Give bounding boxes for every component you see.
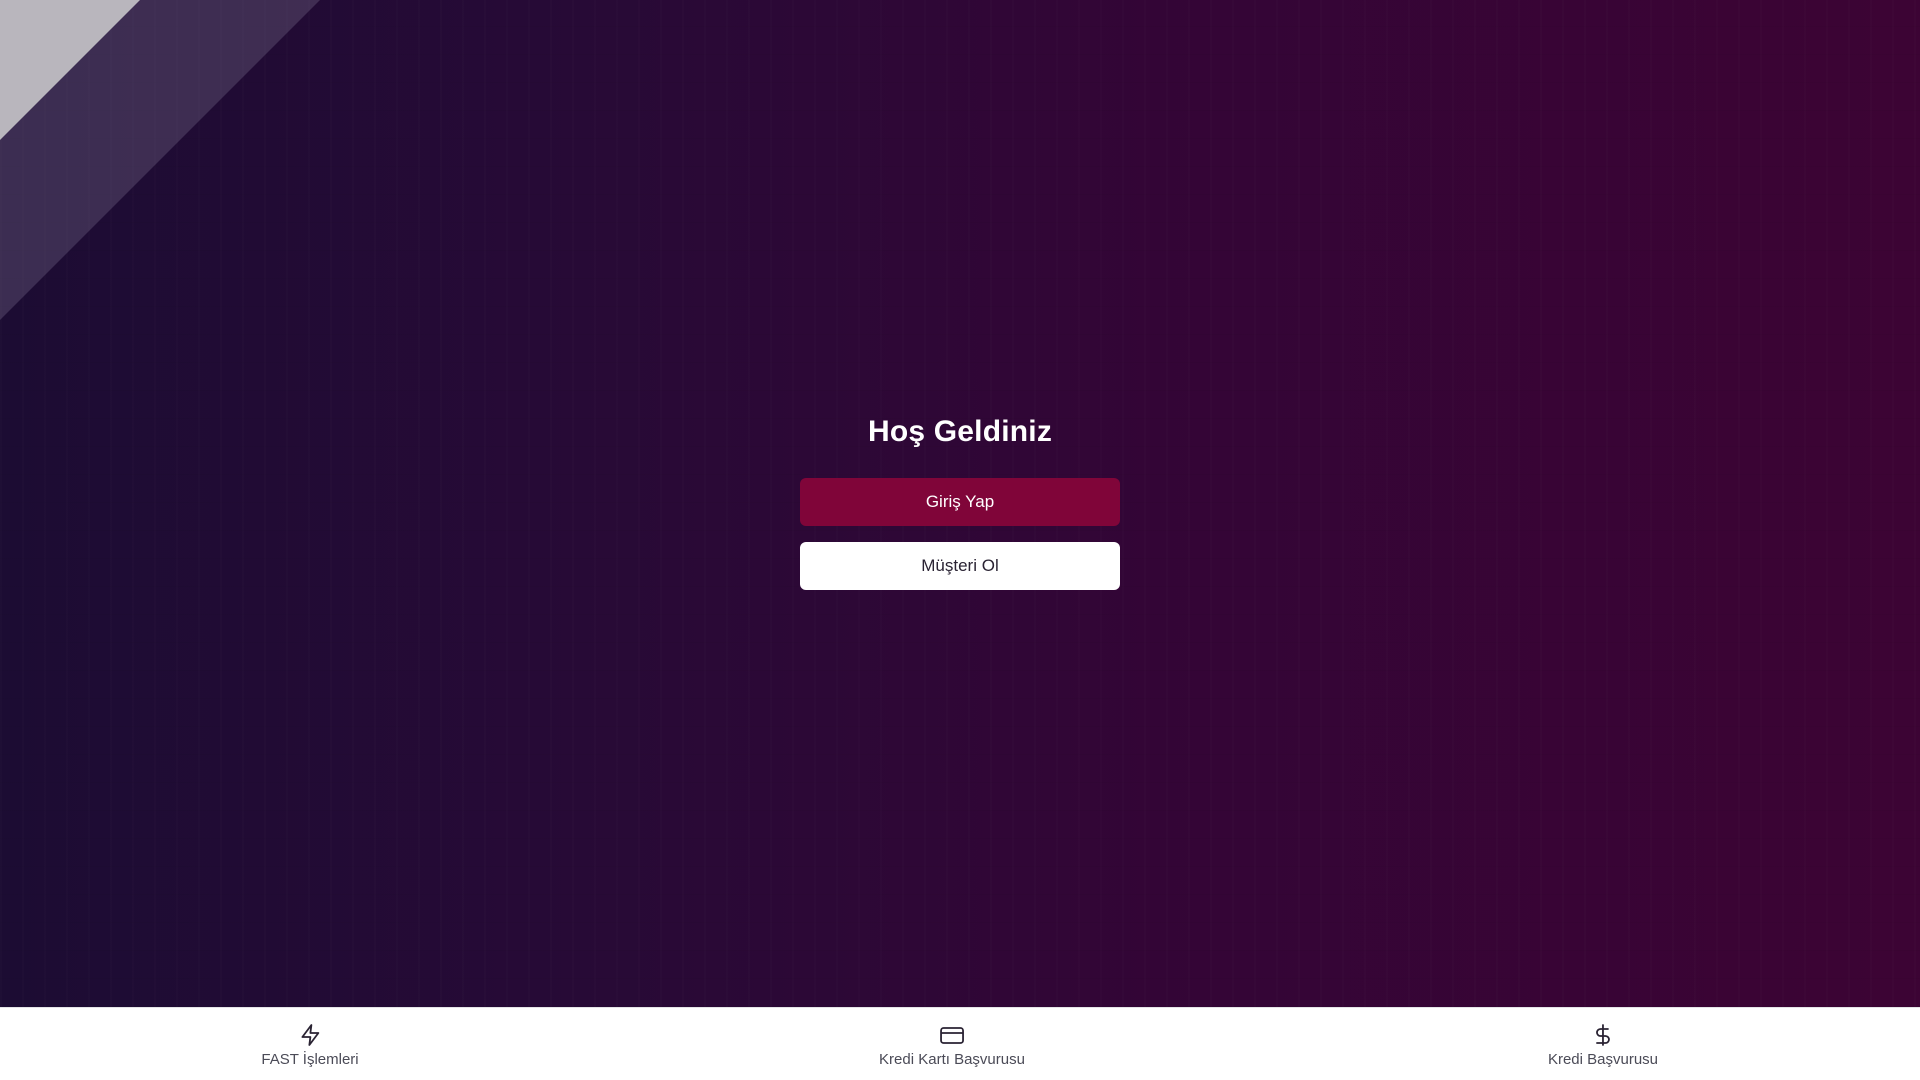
nav-item-label: Kredi Başvurusu [1547, 1050, 1659, 1068]
login-button[interactable]: Giriş Yap [800, 478, 1120, 526]
hero-background: Hoş Geldiniz Giriş Yap Müşteri Ol [0, 0, 1920, 1007]
nav-item-credit-card-application[interactable]: Kredi Kartı Başvurusu [879, 1008, 1025, 1080]
nav-item-label: FAST İşlemleri [261, 1050, 359, 1068]
nav-item-label: Kredi Kartı Başvurusu [879, 1050, 1025, 1068]
lightning-icon [297, 1022, 323, 1048]
page-title: Hoş Geldiniz [867, 415, 1053, 448]
corner-decoration [0, 0, 320, 320]
dollar-icon [1590, 1022, 1616, 1048]
nav-item-fast-transactions[interactable]: FAST İşlemleri [261, 1008, 359, 1080]
credit-card-icon [939, 1022, 965, 1048]
bottom-navigation: FAST İşlemleri Kredi Kartı Başvurusu Kre… [0, 1007, 1920, 1080]
become-customer-button[interactable]: Müşteri Ol [800, 542, 1120, 590]
nav-item-loan-application[interactable]: Kredi Başvurusu [1548, 1008, 1658, 1080]
